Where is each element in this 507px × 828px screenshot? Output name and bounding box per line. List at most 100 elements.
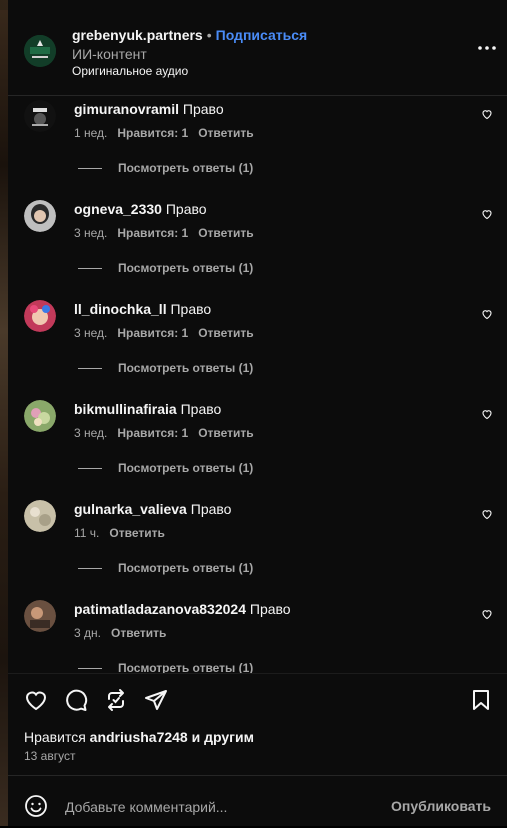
commenter-username[interactable]: bikmullinafiraia xyxy=(74,401,177,417)
reply-button[interactable]: Ответить xyxy=(109,526,164,540)
comment-meta: 3 нед. Нравится: 1 Ответить xyxy=(74,226,264,240)
comment-meta: 3 нед. Нравится: 1 Ответить xyxy=(74,326,264,340)
like-comment-icon[interactable] xyxy=(481,208,493,220)
comment-text: Право xyxy=(182,101,224,117)
comment-likes[interactable]: Нравится: 1 xyxy=(117,426,188,440)
comment-likes[interactable]: Нравится: 1 xyxy=(117,126,188,140)
avatar-image xyxy=(24,300,56,332)
commenter-username[interactable]: ogneva_2330 xyxy=(74,201,162,217)
view-replies-button[interactable]: Посмотреть ответы (1) xyxy=(78,461,253,475)
commenter-avatar[interactable] xyxy=(24,200,56,232)
comment-likes[interactable]: Нравится: 1 xyxy=(117,226,188,240)
post-date: 13 август xyxy=(24,749,76,763)
author-username[interactable]: grebenyuk.partners xyxy=(72,27,203,43)
avatar-image xyxy=(24,200,56,232)
like-comment-icon[interactable] xyxy=(481,308,493,320)
commenter-avatar[interactable] xyxy=(24,100,56,132)
comment-item: gulnarka_valieva Право 11 ч. Ответить Пос… xyxy=(8,496,507,596)
comment-time: 3 нед. xyxy=(74,426,108,440)
view-replies-button[interactable]: Посмотреть ответы (1) xyxy=(78,261,253,275)
comment-text-line: patimatladazanova832024 Право xyxy=(74,601,291,617)
comment-text-line: gulnarka_valieva Право xyxy=(74,501,231,517)
reply-button[interactable]: Ответить xyxy=(198,326,253,340)
comment-text: Право xyxy=(180,401,222,417)
add-comment-bar: Опубликовать xyxy=(8,775,507,828)
comment-time: 1 нед. xyxy=(74,126,108,140)
comment-list[interactable]: gimuranovramil Право 1 нед. Нравится: 1 От… xyxy=(8,96,507,673)
comment-meta: 11 ч. Ответить xyxy=(74,526,175,540)
replies-divider xyxy=(78,268,102,270)
publish-button[interactable]: Опубликовать xyxy=(391,798,491,814)
like-comment-icon[interactable] xyxy=(481,608,493,620)
post-header: grebenyuk.partners • Подписаться ИИ-контен… xyxy=(8,0,507,96)
commenter-username[interactable]: ll_dinochka_ll xyxy=(74,301,167,317)
header-title-line: grebenyuk.partners • Подписаться xyxy=(72,27,307,43)
comment-input[interactable] xyxy=(63,794,367,820)
reply-button[interactable]: Ответить xyxy=(198,226,253,240)
view-replies-button[interactable]: Посмотреть ответы (1) xyxy=(78,561,253,575)
comment-text: Право xyxy=(190,501,232,517)
reply-button[interactable]: Ответить xyxy=(198,126,253,140)
comment-text: Право xyxy=(249,601,291,617)
separator-dot: • xyxy=(206,27,212,43)
like-comment-icon[interactable] xyxy=(481,108,493,120)
reply-button[interactable]: Ответить xyxy=(198,426,253,440)
likes-username[interactable]: andriusha7248 xyxy=(90,729,188,745)
comment-text: Право xyxy=(165,201,207,217)
comment-item: ll_dinochka_ll Право 3 нед. Нравится: 1 От… xyxy=(8,296,507,396)
replies-divider xyxy=(78,568,102,570)
author-avatar[interactable] xyxy=(24,35,56,67)
view-replies-button[interactable]: Посмотреть ответы (1) xyxy=(78,661,253,673)
reply-button[interactable]: Ответить xyxy=(111,626,166,640)
comment-time: 3 дн. xyxy=(74,626,101,640)
share-icon[interactable] xyxy=(144,688,168,712)
comment-meta: 3 нед. Нравится: 1 Ответить xyxy=(74,426,264,440)
post-actions: Нравится andriusha7248 и другим 13 авгус… xyxy=(8,673,507,827)
comment-text-line: gimuranovramil Право xyxy=(74,101,224,117)
view-replies-label: Посмотреть ответы (1) xyxy=(118,561,254,575)
heart-icon[interactable] xyxy=(24,688,48,712)
comment-item: patimatladazanova832024 Право 3 дн. Ответ… xyxy=(8,596,507,673)
comment-likes[interactable]: Нравится: 1 xyxy=(117,326,188,340)
likes-prefix: Нравится xyxy=(24,729,86,745)
emoji-icon[interactable] xyxy=(24,794,48,818)
commenter-username[interactable]: gimuranovramil xyxy=(74,101,179,117)
more-horizontal-icon[interactable] xyxy=(477,44,497,52)
comment-time: 3 нед. xyxy=(74,326,108,340)
view-replies-label: Посмотреть ответы (1) xyxy=(118,261,254,275)
likes-suffix[interactable]: и другим xyxy=(192,729,254,745)
background-video-edge xyxy=(0,0,8,826)
commenter-username[interactable]: gulnarka_valieva xyxy=(74,501,187,517)
follow-button[interactable]: Подписаться xyxy=(216,27,308,43)
comment-text-line: ll_dinochka_ll Право xyxy=(74,301,211,317)
like-comment-icon[interactable] xyxy=(481,408,493,420)
commenter-avatar[interactable] xyxy=(24,400,56,432)
view-replies-button[interactable]: Посмотреть ответы (1) xyxy=(78,161,253,175)
avatar-image xyxy=(24,600,56,632)
like-comment-icon[interactable] xyxy=(481,508,493,520)
bookmark-icon[interactable] xyxy=(469,688,493,712)
comment-icon[interactable] xyxy=(64,688,88,712)
author-logo xyxy=(24,35,56,67)
commenter-avatar[interactable] xyxy=(24,500,56,532)
replies-divider xyxy=(78,668,102,670)
view-replies-label: Посмотреть ответы (1) xyxy=(118,361,254,375)
avatar-image xyxy=(24,100,56,132)
comment-meta: 3 дн. Ответить xyxy=(74,626,176,640)
replies-divider xyxy=(78,368,102,370)
likes-summary[interactable]: Нравится andriusha7248 и другим xyxy=(24,729,254,745)
commenter-avatar[interactable] xyxy=(24,300,56,332)
audio-link[interactable]: Оригинальное аудио xyxy=(72,64,188,78)
commenter-avatar[interactable] xyxy=(24,600,56,632)
comment-item: ogneva_2330 Право 3 нед. Нравится: 1 Ответ… xyxy=(8,196,507,296)
repost-icon[interactable] xyxy=(104,688,128,712)
view-replies-button[interactable]: Посмотреть ответы (1) xyxy=(78,361,253,375)
commenter-username[interactable]: patimatladazanova832024 xyxy=(74,601,246,617)
comments-panel: grebenyuk.partners • Подписаться ИИ-контен… xyxy=(8,0,507,826)
view-replies-label: Посмотреть ответы (1) xyxy=(118,461,254,475)
post-subtitle: ИИ-контент xyxy=(72,46,147,62)
comment-time: 11 ч. xyxy=(74,526,100,540)
comment-item: bikmullinafiraia Право 3 нед. Нравится: 1… xyxy=(8,396,507,496)
avatar-image xyxy=(24,400,56,432)
comment-time: 3 нед. xyxy=(74,226,108,240)
